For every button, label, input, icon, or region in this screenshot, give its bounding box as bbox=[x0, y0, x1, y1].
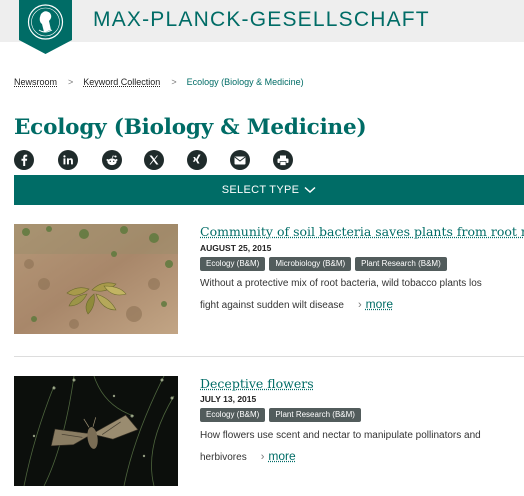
breadcrumb-separator: > bbox=[68, 77, 74, 87]
article-description-line: Without a protective mix of root bacteri… bbox=[200, 278, 482, 289]
more-link[interactable]: more bbox=[268, 449, 295, 463]
article-thumbnail-wilted-plant[interactable] bbox=[14, 224, 178, 334]
tag-microbiology[interactable]: Microbiology (B&M) bbox=[269, 257, 352, 271]
article-description-line: How flowers use scent and nectar to mani… bbox=[200, 430, 481, 441]
article-description-line: herbivores › more bbox=[200, 446, 524, 468]
select-type-label: SELECT TYPE bbox=[221, 184, 300, 196]
article-item: Community of soil bacteria saves plants … bbox=[14, 224, 524, 334]
chevron-right-icon: › bbox=[357, 299, 362, 311]
tag-ecology[interactable]: Ecology (B&M) bbox=[200, 257, 266, 271]
article-date: JULY 13, 2015 bbox=[200, 394, 257, 404]
breadcrumb-current: Ecology (Biology & Medicine) bbox=[186, 77, 304, 87]
breadcrumb-separator: > bbox=[171, 77, 177, 87]
article-description: How flowers use scent and nectar to mani… bbox=[200, 426, 524, 468]
tag-ecology[interactable]: Ecology (B&M) bbox=[200, 408, 266, 422]
chevron-right-icon: › bbox=[260, 451, 265, 463]
linkedin-icon[interactable] bbox=[58, 150, 78, 170]
tag-plant-research[interactable]: Plant Research (B&M) bbox=[355, 257, 447, 271]
facebook-icon[interactable] bbox=[14, 150, 34, 170]
article-description-text: herbivores bbox=[200, 452, 247, 463]
x-icon[interactable] bbox=[144, 150, 164, 170]
article-tags: Ecology (B&M) Plant Research (B&M) bbox=[200, 408, 361, 422]
article-description-line: fight against sudden wilt disease › more bbox=[200, 294, 524, 316]
page-title: Ecology (Biology & Medicine) bbox=[14, 115, 367, 140]
chevron-down-icon bbox=[304, 186, 316, 194]
tag-plant-research[interactable]: Plant Research (B&M) bbox=[269, 408, 361, 422]
article-thumbnail-moth-flower[interactable] bbox=[14, 376, 178, 486]
article-description-text: fight against sudden wilt disease bbox=[200, 300, 344, 311]
breadcrumb-newsroom[interactable]: Newsroom bbox=[14, 77, 57, 87]
brand-name[interactable]: MAX-PLANCK-GESELLSCHAFT bbox=[93, 8, 430, 32]
article-description: Without a protective mix of root bacteri… bbox=[200, 274, 524, 316]
more-link[interactable]: more bbox=[366, 297, 393, 311]
minerva-logo-icon[interactable] bbox=[19, 0, 72, 54]
breadcrumb: Newsroom > Keyword Collection > Ecology … bbox=[14, 77, 304, 87]
article-divider bbox=[14, 356, 524, 357]
article-title-link[interactable]: Community of soil bacteria saves plants … bbox=[200, 224, 524, 239]
reddit-icon[interactable] bbox=[102, 150, 122, 170]
breadcrumb-keyword-collection[interactable]: Keyword Collection bbox=[83, 77, 160, 87]
select-type-dropdown[interactable]: SELECT TYPE bbox=[14, 175, 524, 205]
article-title-link[interactable]: Deceptive flowers bbox=[200, 376, 314, 391]
article-item: Deceptive flowers JULY 13, 2015 Ecology … bbox=[14, 376, 524, 486]
print-icon[interactable] bbox=[273, 150, 293, 170]
email-icon[interactable] bbox=[230, 150, 250, 170]
site-header: MAX-PLANCK-GESELLSCHAFT bbox=[0, 0, 524, 54]
article-date: AUGUST 25, 2015 bbox=[200, 243, 272, 253]
xing-icon[interactable] bbox=[187, 150, 207, 170]
article-tags: Ecology (B&M) Microbiology (B&M) Plant R… bbox=[200, 257, 447, 271]
